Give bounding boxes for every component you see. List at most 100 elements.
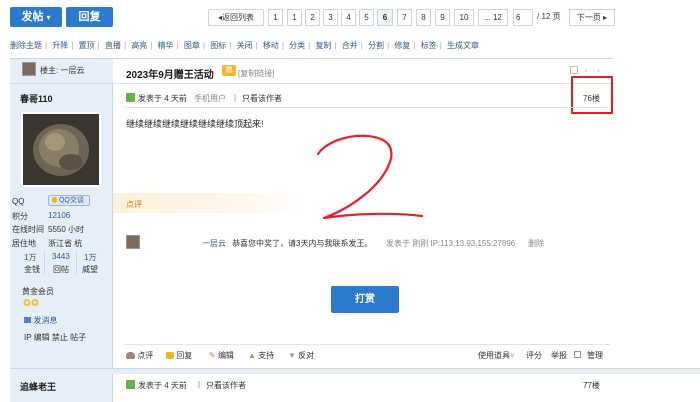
online-time-label: 在线时间 <box>12 225 44 234</box>
rate-label: 点评 <box>137 351 154 360</box>
comment-text: 恭喜您中奖了，请3天内与我联系发王。 <box>232 239 373 248</box>
mod-stamp[interactable]: 图章 <box>184 41 200 50</box>
thread-badge-icon: 赠 <box>222 65 236 76</box>
handwritten-scribble <box>316 134 424 220</box>
qq-penguin-icon <box>52 197 57 203</box>
back-to-list-label: 返回列表 <box>222 13 254 22</box>
page-link-5[interactable]: 5 <box>359 9 374 26</box>
mod-delete-thread[interactable]: 删除主题 <box>10 41 42 50</box>
reply-button[interactable]: 回复 <box>66 7 113 27</box>
author-avatar[interactable] <box>21 112 101 187</box>
mod-raise-lower[interactable]: 升降 <box>52 41 68 50</box>
support-label: 支持 <box>258 351 275 360</box>
tip-button[interactable]: 打赏 <box>331 286 399 313</box>
next-thread-icon[interactable]: › <box>597 66 600 75</box>
page-link-1b[interactable]: 1 <box>287 9 302 26</box>
thumbs-down-icon: ▼ <box>288 351 296 360</box>
rate-action[interactable]: 点评 <box>126 350 153 361</box>
only-author-link[interactable]: 只看该作者 <box>242 93 282 104</box>
page-link-9[interactable]: 9 <box>435 9 450 26</box>
commenter-name[interactable]: 一层云 <box>202 238 226 249</box>
post-footer: 点评 回复 ✎ 编辑 ▲ 支持 ▼ 反对 使用道具˅ 评分 举报 管理 <box>126 350 612 362</box>
send-message-link[interactable]: 发消息 <box>24 315 58 325</box>
meta-divider: | <box>234 93 237 102</box>
page-number-input[interactable]: 6 <box>513 9 533 26</box>
pencil-icon: ✎ <box>209 351 216 360</box>
mod-close[interactable]: 关闭 <box>237 41 253 50</box>
stat-prestige-label: 威望 <box>82 265 98 274</box>
mod-split[interactable]: 分割 <box>368 41 384 50</box>
points-label: 积分 <box>12 212 28 221</box>
print-icon[interactable] <box>570 66 578 74</box>
page-link-4[interactable]: 4 <box>341 9 356 26</box>
rating-label: 点评 <box>126 200 142 209</box>
page-link-7[interactable]: 7 <box>397 9 412 26</box>
floor-host-label[interactable]: 楼主: 一层云 <box>40 65 84 76</box>
prev-thread-icon[interactable]: ‹ <box>585 66 588 75</box>
mod-icon[interactable]: 图标 <box>210 41 226 50</box>
mod-copy[interactable]: 复制 <box>315 41 331 50</box>
report-link[interactable]: 举报 <box>551 350 567 361</box>
post2-username[interactable]: 追蜂老王 <box>20 380 56 393</box>
member-group[interactable]: 黄金会员 <box>22 286 54 297</box>
author-username[interactable]: 春哥110 <box>20 92 53 105</box>
member-medal-icon <box>23 298 43 307</box>
page-link-12[interactable]: ... 12 <box>478 9 508 26</box>
stat-prestige-value[interactable]: 1万 <box>84 252 96 263</box>
support-action[interactable]: ▲ 支持 <box>248 350 274 361</box>
reply-label: 回复 <box>176 351 193 360</box>
page-link-8[interactable]: 8 <box>416 9 431 26</box>
manage-checkbox[interactable] <box>574 351 581 358</box>
next-page-label: 下一页 <box>576 13 601 22</box>
mod-move[interactable]: 移动 <box>263 41 279 50</box>
comment-delete-link[interactable]: 删除 <box>528 238 544 249</box>
mod-live[interactable]: 直播 <box>105 41 121 50</box>
back-to-list-button[interactable]: ◂返回列表 <box>208 9 264 26</box>
oppose-label: 反对 <box>298 351 315 360</box>
mod-tags[interactable]: 标签 <box>421 41 437 50</box>
reply-action[interactable]: 回复 <box>166 350 192 361</box>
post-button-label: 发帖 <box>21 11 44 23</box>
location-label: 居住地 <box>12 239 36 248</box>
moderation-toolbar: 删除主题 | 升降 | 置顶 | 直播 | 高亮 | 精华 | 图章 | 图标 | 关闭 | 移动… <box>10 41 479 50</box>
mod-merge[interactable]: 合并 <box>342 41 358 50</box>
thread-title: 2023年9月赠王活动 <box>126 70 214 81</box>
edit-action[interactable]: ✎ 编辑 <box>209 350 234 361</box>
post2-only-author-link[interactable]: 只看该作者 <box>206 380 246 391</box>
copy-link[interactable]: [复制链接] <box>238 68 274 79</box>
meta-divider: | <box>198 380 201 389</box>
mod-generate-article[interactable]: 生成文章 <box>447 41 479 50</box>
footer-divider <box>125 344 610 345</box>
use-tools-menu[interactable]: 使用道具˅ <box>478 350 515 361</box>
stat-money-value[interactable]: 1万 <box>24 252 36 263</box>
online-status-icon <box>126 93 135 102</box>
mod-digest[interactable]: 精华 <box>158 41 174 50</box>
mod-repair[interactable]: 修复 <box>394 41 410 50</box>
page-link-10[interactable]: 10 <box>454 9 474 26</box>
mod-highlight[interactable]: 高亮 <box>131 41 147 50</box>
rate-icon <box>126 352 135 359</box>
score-link[interactable]: 评分 <box>526 350 542 361</box>
mod-category[interactable]: 分类 <box>289 41 305 50</box>
oppose-action[interactable]: ▼ 反对 <box>288 350 314 361</box>
ip-edit-ban-posts[interactable]: IP 编辑 禁止 帖子 <box>24 332 86 343</box>
manage-label: 管理 <box>587 351 603 360</box>
chevron-down-icon: ˅ <box>510 351 515 360</box>
page-link-1[interactable]: 1 <box>268 9 283 26</box>
stat-money-label: 金钱 <box>24 265 40 274</box>
stat-replies-value[interactable]: 3443 <box>52 252 70 261</box>
qq-chat-badge[interactable]: QQ交谈 <box>48 195 90 206</box>
page-current: 6 <box>377 9 393 26</box>
use-tools-label: 使用道具 <box>478 351 510 360</box>
page-link-3[interactable]: 3 <box>323 9 338 26</box>
next-page-button[interactable]: 下一页 ▸ <box>569 9 615 26</box>
page-link-2[interactable]: 2 <box>305 9 320 26</box>
post-divider <box>125 107 610 108</box>
post-button[interactable]: 发帖 ▾ <box>10 7 62 27</box>
commenter-avatar[interactable] <box>126 235 140 249</box>
chevron-down-icon: ▾ <box>46 13 51 22</box>
mod-sticky[interactable]: 置顶 <box>79 41 95 50</box>
send-message-label: 发消息 <box>33 316 58 325</box>
floor-host-avatar[interactable] <box>22 62 36 76</box>
stat-divider <box>44 252 45 274</box>
